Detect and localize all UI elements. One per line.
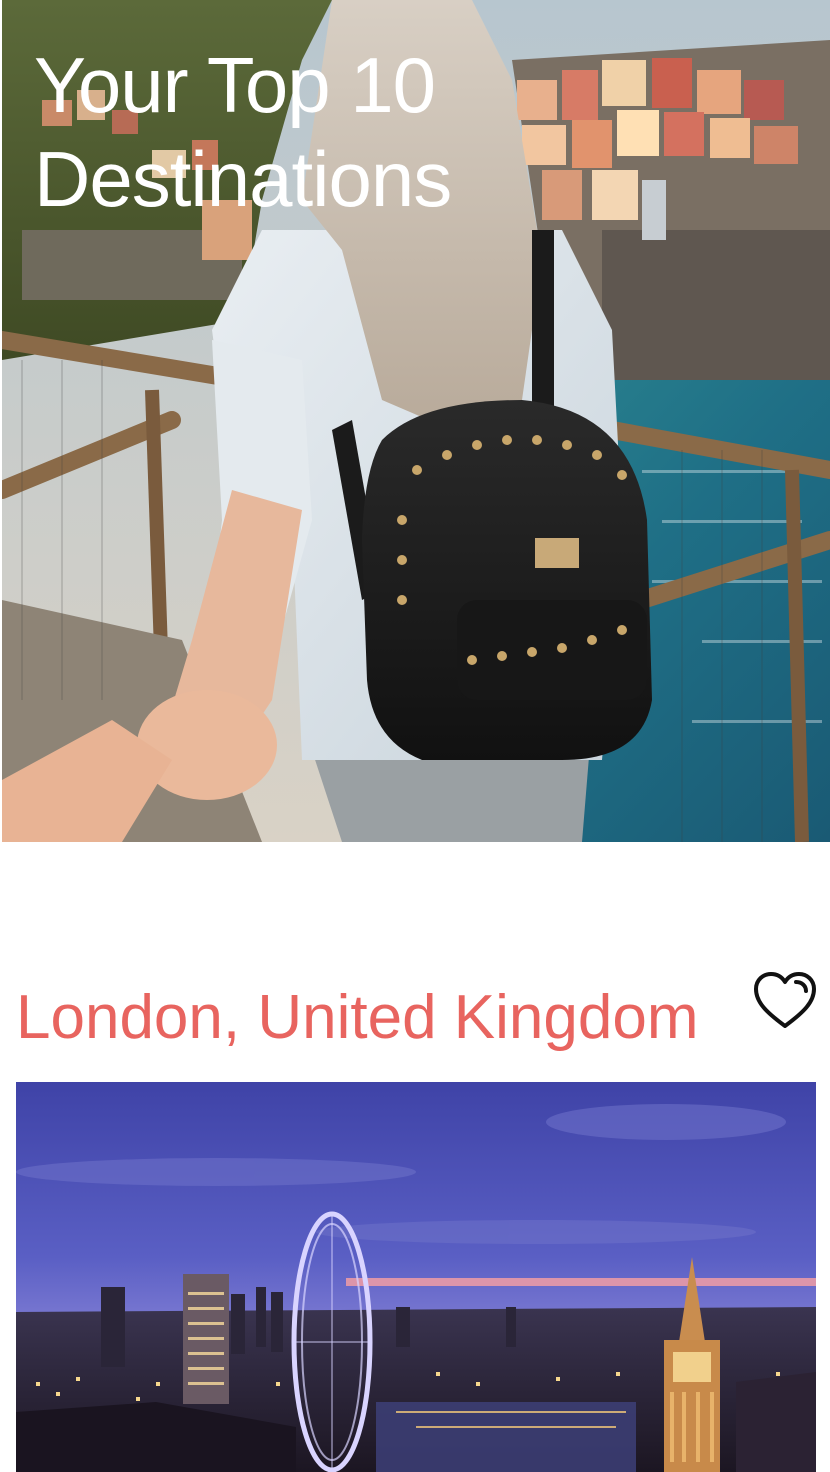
destination-card: London, United Kingdom [0,842,830,1472]
page-title: Your Top 10 Destinations [34,41,452,223]
favorite-button[interactable] [752,970,818,1032]
hero-section: Your Top 10 Destinations [2,0,830,842]
london-skyline-image [16,1082,816,1472]
page: Your Top 10 Destinations London, United … [0,0,830,1472]
destination-image[interactable] [16,1082,816,1472]
heart-outline-icon [754,972,816,1028]
destination-title[interactable]: London, United Kingdom [16,982,698,1054]
